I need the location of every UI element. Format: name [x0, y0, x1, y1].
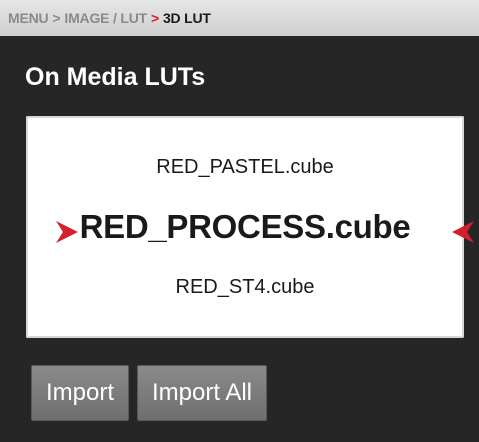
breadcrumb-item-image-lut[interactable]: IMAGE / LUT [64, 10, 147, 26]
lut-item-selected[interactable]: RED_PROCESS.cube [26, 208, 464, 246]
lut-list[interactable]: RED_PASTEL.cube RED_PROCESS.cube RED_ST4… [26, 116, 474, 338]
import-all-button[interactable]: Import All [137, 365, 267, 421]
section-title: On Media LUTs [25, 63, 206, 91]
lut-item-previous[interactable]: RED_PASTEL.cube [26, 156, 464, 179]
triangle-left-icon[interactable] [450, 219, 476, 245]
lut-item-next[interactable]: RED_ST4.cube [26, 276, 464, 299]
breadcrumb-separator-active: > [150, 10, 159, 26]
breadcrumb-item-menu[interactable]: MENU [8, 10, 49, 26]
import-button[interactable]: Import [31, 365, 129, 421]
breadcrumb: MENU > IMAGE / LUT > 3D LUT [0, 0, 479, 36]
breadcrumb-separator: > [52, 10, 61, 26]
breadcrumb-item-3d-lut: 3D LUT [162, 10, 211, 26]
